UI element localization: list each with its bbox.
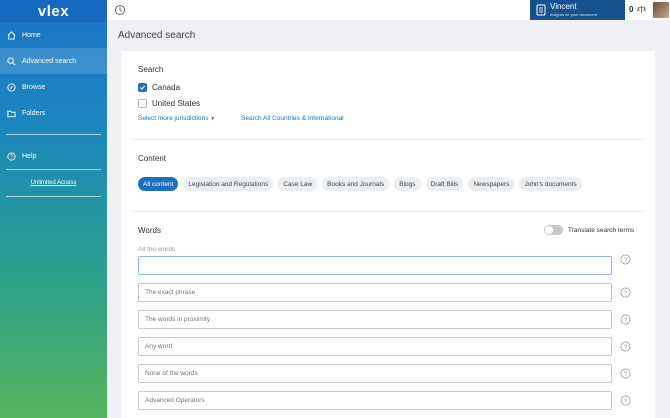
translate-toggle[interactable]: Translate search terms [544,225,634,235]
avatar[interactable] [653,2,669,18]
translate-label: Translate search terms [568,226,635,234]
sidebar-item-label: Help [22,152,37,160]
user-menu[interactable]: Vincent Insights on your document [530,0,625,20]
svg-text:?: ? [624,344,628,351]
checkbox-unchecked[interactable] [138,99,147,108]
exact-phrase-input[interactable] [138,283,612,302]
help-icon[interactable]: ? [620,314,631,325]
none-of-words-input[interactable] [138,364,612,383]
unlimited-access-link[interactable]: Unlimited Access [0,170,107,196]
all-words-input[interactable] [138,256,612,275]
section-divider [131,211,645,212]
svg-text:?: ? [624,257,628,264]
top-header: Vincent Insights on your document 0 [107,0,670,20]
select-more-jurisdictions-label: Select more jurisdictions [138,115,209,122]
checkbox-checked[interactable] [138,83,147,92]
sidebar-item-label: Home [22,31,41,39]
credits-count: 0 [629,5,634,14]
help-icon: ? [6,151,16,161]
words-section-heading: Words [138,226,161,235]
user-subtitle: Insights on your document [550,12,597,17]
sidebar-item-folders[interactable]: Folders [0,100,107,126]
search-section-heading: Search [138,65,164,74]
chip-draft-bills[interactable]: Draft Bills [425,177,464,191]
svg-text:?: ? [624,290,628,297]
user-name: Vincent [550,2,577,11]
help-icon[interactable]: ? [620,395,631,406]
search-all-countries-link[interactable]: Search All Countries & International [241,115,344,122]
content-section-heading: Content [138,154,167,163]
sidebar-item-browse[interactable]: Browse [0,74,107,100]
jurisdiction-label: United States [152,99,201,108]
search-icon [6,56,16,66]
advanced-operators-input[interactable] [138,391,612,410]
sidebar-item-label: Browse [22,83,46,91]
content-filter-chips: All content Legislation and Regulations … [138,177,582,191]
jurisdiction-label: Canada [152,83,181,92]
jurisdiction-united-states[interactable]: United States [138,99,200,108]
help-icon[interactable]: ? [620,341,631,352]
chip-case-law[interactable]: Case Law [278,177,318,191]
sidebar-divider [6,196,101,197]
select-more-jurisdictions-link[interactable]: Select more jurisdictions ▼ [138,115,215,122]
chip-books-journals[interactable]: Books and Journals [322,177,390,191]
svg-text:?: ? [624,371,628,378]
svg-text:?: ? [10,154,13,160]
chip-johns-documents[interactable]: John's documents [519,177,582,191]
svg-text:?: ? [624,398,628,405]
words-in-proximity-input[interactable] [138,310,612,329]
chip-blogs[interactable]: Blogs [394,177,421,191]
chip-all-content[interactable]: All content [138,177,179,191]
section-divider [131,139,645,140]
sidebar: vlex Home Advanced search Browse Folders… [0,0,107,418]
sidebar-item-advanced-search[interactable]: Advanced search [0,48,107,74]
any-word-input[interactable] [138,337,612,356]
sidebar-item-label: Advanced search [22,57,77,65]
document-icon [536,4,546,16]
sidebar-item-home[interactable]: Home [0,22,107,48]
toggle-switch[interactable] [544,225,563,235]
advanced-search-panel: Search Canada United States Select more … [121,51,655,418]
compass-icon [6,82,16,92]
help-icon[interactable]: ? [620,287,631,298]
vlex-logo[interactable]: vlex [0,0,107,22]
sidebar-item-help[interactable]: ? Help [0,143,107,169]
page-title: Advanced search [118,30,196,41]
sidebar-item-label: Folders [22,109,46,117]
chip-newspapers[interactable]: Newspapers [468,177,515,191]
help-icon[interactable]: ? [620,368,631,379]
all-words-label: All the words [138,246,176,253]
history-icon[interactable] [114,4,126,16]
help-icon[interactable]: ? [620,254,631,265]
folder-icon [6,108,16,118]
chip-legislation[interactable]: Legislation and Regulations [183,177,274,191]
caret-down-icon: ▼ [210,116,216,122]
home-icon [6,30,16,40]
jurisdiction-canada[interactable]: Canada [138,83,180,92]
scales-icon[interactable] [637,5,646,14]
svg-text:?: ? [624,317,628,324]
